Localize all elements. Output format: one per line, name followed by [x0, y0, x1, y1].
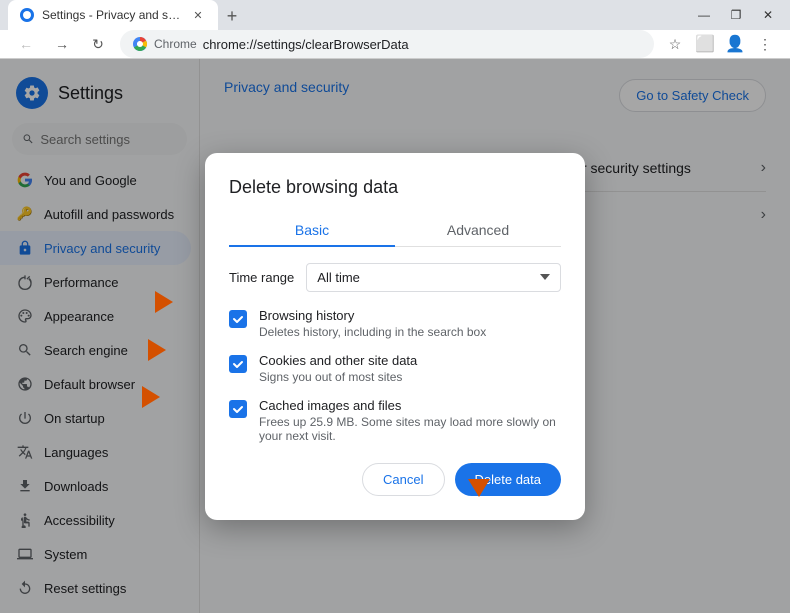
cached-images-item: Cached images and files Frees up 25.9 MB…: [229, 398, 561, 443]
url-box[interactable]: Chrome chrome://settings/clearBrowserDat…: [120, 30, 654, 58]
cookies-label: Cookies and other site data: [259, 353, 417, 368]
time-range-select[interactable]: All time Last hour Last 24 hours Last 7 …: [306, 263, 561, 292]
tab-advanced[interactable]: Advanced: [395, 214, 561, 246]
tab-title: Settings - Privacy and security: [42, 8, 182, 22]
browser-frame: Settings - Privacy and security ✕ + — ❐ …: [0, 0, 790, 554]
chrome-logo-icon: [132, 36, 148, 52]
reload-button[interactable]: ↻: [84, 30, 112, 58]
cookies-checkbox[interactable]: [229, 355, 247, 373]
maximize-button[interactable]: ❐: [722, 1, 750, 29]
cached-images-label: Cached images and files: [259, 398, 561, 413]
active-tab[interactable]: Settings - Privacy and security ✕: [8, 0, 218, 30]
extensions-icon[interactable]: ⬜: [692, 31, 718, 57]
chrome-label: Chrome: [154, 37, 197, 51]
browsing-history-item: Browsing history Deletes history, includ…: [229, 308, 561, 339]
cancel-button[interactable]: Cancel: [362, 463, 444, 496]
browsing-history-desc: Deletes history, including in the search…: [259, 325, 486, 339]
dialog-actions: Cancel Delete data: [229, 463, 561, 496]
cached-images-checkbox[interactable]: [229, 400, 247, 418]
back-button[interactable]: ←: [12, 30, 40, 58]
address-bar-icons: ☆ ⬜ 👤 ⋮: [662, 31, 778, 57]
browsing-history-checkbox[interactable]: [229, 310, 247, 328]
cached-images-desc: Frees up 25.9 MB. Some sites may load mo…: [259, 415, 561, 443]
cookies-desc: Signs you out of most sites: [259, 370, 417, 384]
address-bar: ← → ↻ Chrome chrome://settings/clearBrow…: [0, 30, 790, 59]
minimize-button[interactable]: —: [690, 1, 718, 29]
tab-favicon: [20, 8, 34, 22]
cookies-item: Cookies and other site data Signs you ou…: [229, 353, 561, 384]
browsing-history-text: Browsing history Deletes history, includ…: [259, 308, 486, 339]
tab-basic[interactable]: Basic: [229, 214, 395, 246]
browsing-history-label: Browsing history: [259, 308, 486, 323]
new-tab-button[interactable]: +: [218, 2, 246, 30]
cookies-text: Cookies and other site data Signs you ou…: [259, 353, 417, 384]
content-area: Settings You and Google 🔑 Autofill and p…: [0, 59, 790, 613]
menu-icon[interactable]: ⋮: [752, 31, 778, 57]
modal-overlay: Delete browsing data Basic Advanced Time…: [0, 59, 790, 613]
url-text: chrome://settings/clearBrowserData: [203, 37, 409, 52]
forward-button[interactable]: →: [48, 30, 76, 58]
delete-data-button[interactable]: Delete data: [455, 463, 562, 496]
tab-bar: Settings - Privacy and security ✕ +: [8, 0, 246, 30]
time-range-row: Time range All time Last hour Last 24 ho…: [229, 263, 561, 292]
tab-close-btn[interactable]: ✕: [190, 7, 206, 23]
window-controls: — ❐ ✕: [690, 1, 782, 29]
dialog-title: Delete browsing data: [229, 177, 561, 198]
dialog-tabs: Basic Advanced: [229, 214, 561, 247]
time-range-label: Time range: [229, 270, 294, 285]
close-button[interactable]: ✕: [754, 1, 782, 29]
bookmark-icon[interactable]: ☆: [662, 31, 688, 57]
title-bar: Settings - Privacy and security ✕ + — ❐ …: [0, 0, 790, 30]
profile-icon[interactable]: 👤: [722, 31, 748, 57]
delete-browsing-data-dialog: Delete browsing data Basic Advanced Time…: [205, 153, 585, 520]
cached-images-text: Cached images and files Frees up 25.9 MB…: [259, 398, 561, 443]
